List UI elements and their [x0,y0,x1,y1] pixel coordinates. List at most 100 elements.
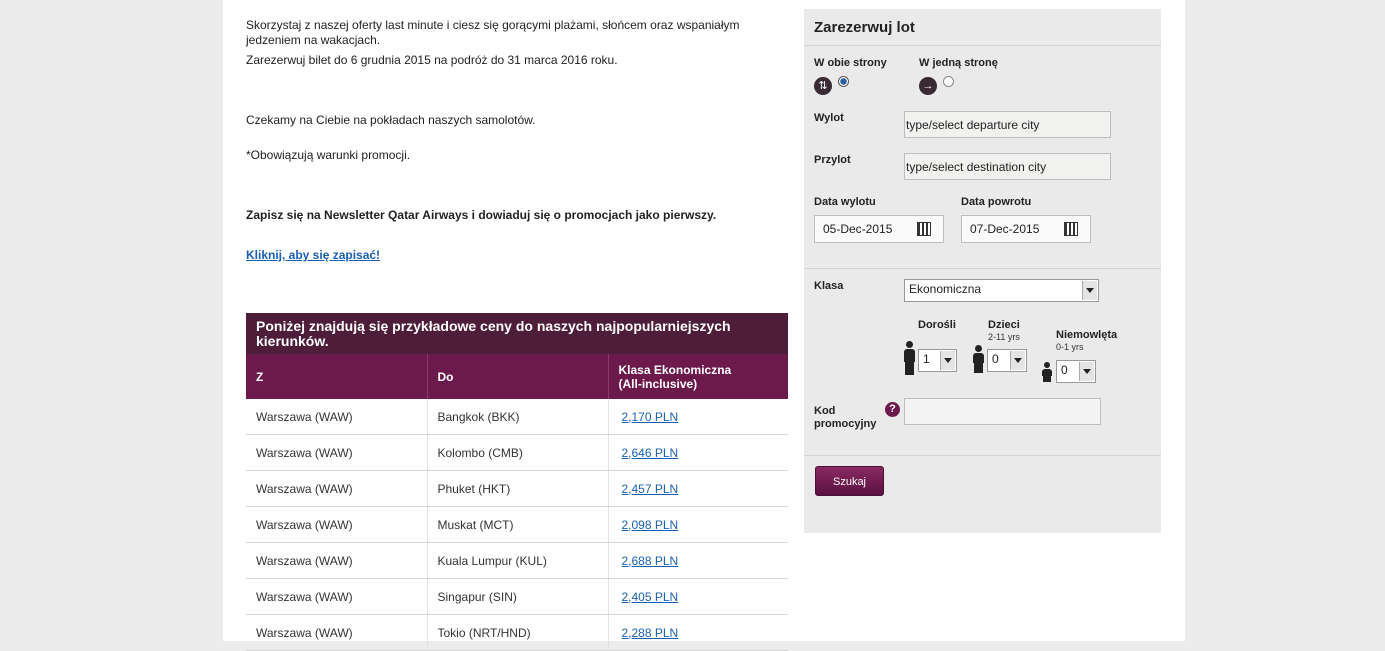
one-way-radio[interactable] [943,76,955,87]
table-row: Warszawa (WAW) Singapur (SIN) 2,405 PLN [246,578,788,615]
round-trip-radio[interactable] [838,76,850,87]
cell-from: Warszawa (WAW) [246,578,427,615]
children-select[interactable]: 0 [987,349,1027,372]
divider [804,455,1161,456]
subscribe-link[interactable]: Kliknij, aby się zapisać! [246,248,380,262]
cell-price: 2,405 PLN [607,578,788,615]
child-person-icon [973,345,985,373]
promo-welcome: Czekamy na Ciebie na pokładach naszych s… [246,113,536,127]
class-select[interactable]: Ekonomiczna [904,279,1099,302]
calendar-icon[interactable] [1064,222,1078,236]
header-from: Z [246,354,427,399]
promo-dates: Zarezerwuj bilet do 6 grudnia 2015 na po… [246,53,618,67]
promo-code-label: Kod promocyjny [814,405,876,431]
cell-from: Warszawa (WAW) [246,434,427,471]
cell-price: 2,688 PLN [607,542,788,579]
adults-select-value: 1 [923,352,930,366]
cell-from: Warszawa (WAW) [246,542,427,579]
chevron-down-icon [1082,281,1097,300]
table-row: Warszawa (WAW) Kuala Lumpur (KUL) 2,688 PL… [246,542,788,579]
table-row: Warszawa (WAW) Bangkok (BKK) 2,170 PLN [246,399,788,435]
table-row: Warszawa (WAW) Kolombo (CMB) 2,646 PLN [246,434,788,471]
cell-price: 2,170 PLN [607,399,788,435]
header-to: Do [426,354,608,399]
header-class: Klasa Ekonomiczna (All-inclusive) [607,354,788,399]
cell-price: 2,457 PLN [607,470,788,507]
chevron-down-icon [1079,362,1094,381]
fares-table-section: Poniżej znajdują się przykładowe ceny do… [246,313,788,651]
infants-select[interactable]: 0 [1056,360,1096,383]
promo-code-label-2: promocyjny [814,418,877,430]
cell-to: Tokio (NRT/HND) [426,614,608,651]
return-date-field[interactable]: 07-Dec-2015 [961,215,1091,243]
cell-price: 2,288 PLN [607,614,788,651]
chevron-down-icon [940,351,955,370]
promo-code-label-1: Kod [814,405,836,417]
round-trip-option[interactable]: ⇅ [814,76,850,95]
return-date-value: 07-Dec-2015 [970,222,1040,236]
promo-terms: *Obowiązują warunki promocji. [246,148,411,162]
infants-label: Niemowlęta [1056,329,1118,341]
depart-date-field[interactable]: 05-Dec-2015 [814,215,944,243]
cell-price: 2,098 PLN [607,506,788,543]
one-way-label: W jedną stronę [919,57,998,69]
promo-intro: Skorzystaj z naszej oferty last minute i… [246,18,740,47]
cell-to: Kolombo (CMB) [426,434,608,471]
adult-person-icon [904,341,915,375]
booking-widget: Zarezerwuj lot W obie strony ⇅ W jedną s… [804,9,1161,533]
cell-from: Warszawa (WAW) [246,506,427,543]
depart-date-value: 05-Dec-2015 [823,222,893,236]
table-row: Warszawa (WAW) Phuket (HKT) 2,457 PLN [246,470,788,507]
fares-title: Poniżej znajdują się przykładowe ceny do… [246,313,788,354]
booking-title: Zarezerwuj lot [804,9,1161,46]
cell-to: Singapur (SIN) [426,578,608,615]
help-icon[interactable]: ? [885,402,900,417]
cell-price: 2,646 PLN [607,434,788,471]
price-link[interactable]: 2,288 PLN [622,626,679,640]
arrival-label: Przylot [814,154,851,166]
one-way-option[interactable]: → [919,76,955,95]
cell-from: Warszawa (WAW) [246,470,427,507]
arrow-right-icon: → [919,77,937,95]
adults-select[interactable]: 1 [918,349,957,372]
header-class-note: (All-inclusive) [618,376,698,391]
fares-header-row: Z Do Klasa Ekonomiczna (All-inclusive) [246,354,788,399]
children-age: 2-11 yrs [988,332,1020,342]
class-label: Klasa [814,280,844,292]
children-select-value: 0 [992,352,999,366]
table-row: Warszawa (WAW) Tokio (NRT/HND) 2,288 PLN [246,614,788,651]
cell-from: Warszawa (WAW) [246,614,427,651]
children-label: Dzieci [988,319,1020,331]
header-class-label: Klasa Ekonomiczna [618,362,732,377]
departure-city-input[interactable] [904,111,1111,138]
destination-city-input[interactable] [904,153,1111,180]
price-link[interactable]: 2,457 PLN [622,482,679,496]
return-date-label: Data powrotu [961,196,1032,208]
search-button[interactable]: Szukaj [815,466,884,496]
price-link[interactable]: 2,646 PLN [622,446,679,460]
depart-date-label: Data wylotu [814,196,876,208]
cell-to: Muskat (MCT) [426,506,608,543]
cell-from: Warszawa (WAW) [246,399,427,435]
newsletter-text: Zapisz się na Newsletter Qatar Airways i… [246,208,717,222]
fares-table: Z Do Klasa Ekonomiczna (All-inclusive) W… [246,354,788,651]
chevron-down-icon [1010,351,1025,370]
adults-label: Dorośli [918,319,956,331]
infants-age: 0-1 yrs [1056,342,1084,352]
round-trip-icon: ⇅ [814,77,832,95]
promo-code-input[interactable] [904,398,1101,425]
price-link[interactable]: 2,688 PLN [622,554,679,568]
price-link[interactable]: 2,098 PLN [622,518,679,532]
price-link[interactable]: 2,170 PLN [622,410,679,424]
price-link[interactable]: 2,405 PLN [622,590,679,604]
departure-label: Wylot [814,112,844,124]
table-row: Warszawa (WAW) Muskat (MCT) 2,098 PLN [246,506,788,543]
infant-person-icon [1042,362,1053,382]
cell-to: Kuala Lumpur (KUL) [426,542,608,579]
subscribe-paragraph: Kliknij, aby się zapisać! [246,248,380,263]
page: Skorzystaj z naszej oferty last minute i… [223,0,1185,651]
round-trip-label: W obie strony [814,57,887,69]
cell-to: Bangkok (BKK) [426,399,608,435]
cell-to: Phuket (HKT) [426,470,608,507]
calendar-icon[interactable] [917,222,931,236]
